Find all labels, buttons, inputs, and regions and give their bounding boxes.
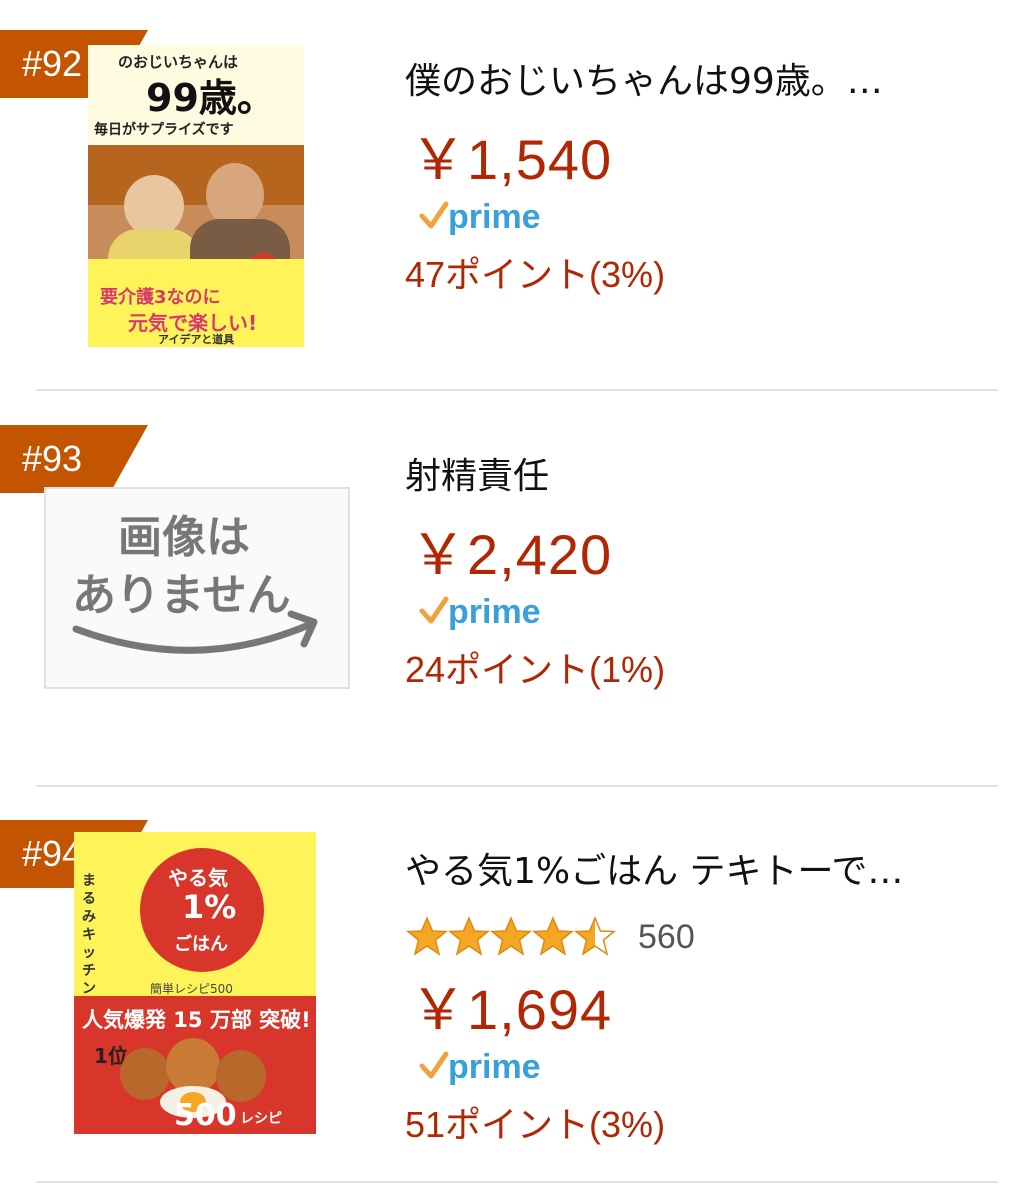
cover-subtitle: 簡単レシピ500 [150,982,233,996]
product-points: 24ポイント(1%) [405,649,666,690]
cover-text-sub: 毎日がサプライズです [94,122,234,138]
prime-text: prime [448,1048,541,1086]
product-points: 47ポイント(3%) [405,254,666,295]
cover-circle-text: ごはん [174,934,228,955]
prime-logo-icon: prime [419,1048,541,1086]
rank-label: #93 [22,438,83,479]
product-points: 51ポイント(3%) [405,1104,666,1145]
prime-badge: prime [418,591,578,631]
review-count[interactable]: 560 [638,915,695,959]
cover-band-text: 人気爆発 15 万部 突破! [82,1008,311,1032]
rank-label: #92 [22,43,83,84]
cover-band-text: アイデアと道具 [158,333,235,346]
divider [36,785,998,787]
prime-logo-icon: prime [419,593,541,631]
product-price: ￥1,694 [410,978,613,1041]
cover-band-text: 要介護3なのに [100,287,221,308]
cover-circle-text: やる気 [168,866,228,890]
no-image-placeholder[interactable]: 画像は ありません [44,487,350,689]
smile-arrow-icon [72,610,318,654]
cover-bottom-text: レシピ [240,1111,282,1127]
prime-badge: prime [418,196,578,236]
product-title[interactable]: やる気1%ごはん テキトーで… [405,850,903,894]
prime-text: prime [448,198,541,236]
divider [36,389,998,391]
cover-text-big: 99歳。 [146,76,275,120]
divider [36,1181,998,1183]
prime-badge: prime [418,1046,578,1086]
cover-circle-text: 1% [182,888,237,926]
product-title[interactable]: 僕のおじいちゃんは99歳。… [405,60,883,104]
star-rating-icon [407,917,615,955]
product-price: ￥1,540 [410,128,613,191]
prime-logo-icon: prime [419,198,541,236]
book-cover-image[interactable]: やる気 1% ごはん まるみキッチン 簡単レシピ500 人気爆発 15 万部 突… [74,832,316,1134]
cover-bottom-text: 500 [174,1098,237,1133]
star-rating[interactable] [405,915,625,959]
product-price: ￥2,420 [410,523,613,586]
prime-text: prime [448,593,541,631]
product-title[interactable]: 射精責任 [405,455,549,499]
rank-badge: #93 [0,425,148,493]
book-cover-image[interactable]: のおじいちゃんは 99歳。 毎日がサプライズです 要介護3なのに 元気で楽しい!… [88,45,304,347]
cover-author: まるみキッチン [82,873,96,997]
